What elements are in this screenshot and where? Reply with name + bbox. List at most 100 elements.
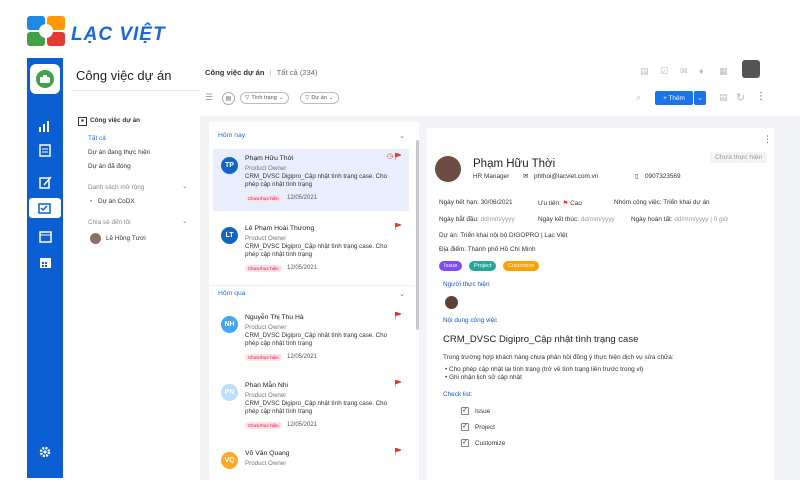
- avatar: TP: [221, 157, 238, 174]
- tag-project[interactable]: Project: [469, 261, 497, 271]
- avatar: NH: [221, 316, 238, 333]
- clock-icon: ◷: [386, 153, 393, 160]
- group-today[interactable]: Hôm nay ⌄: [209, 132, 413, 140]
- due-date: 30/06/2021: [480, 199, 513, 206]
- chevron-down-icon: ⌄: [328, 95, 334, 101]
- chevron-down-icon: ⌄: [278, 95, 284, 101]
- chat-icon[interactable]: ✉: [680, 66, 688, 77]
- list-item[interactable]: TP Phạm Hữu Thời Product Owner CRM_DVSC …: [213, 149, 409, 211]
- sidebar-item-all[interactable]: Tất cả: [88, 135, 106, 142]
- document-icon[interactable]: ▤: [640, 66, 649, 77]
- apps-icon[interactable]: ▦: [719, 66, 728, 77]
- list-scrollbar[interactable]: [416, 140, 419, 330]
- calendar-check-icon[interactable]: [33, 226, 57, 246]
- task-bullet: Ghi nhận lịch sử cập nhật: [449, 374, 522, 381]
- phone-icon: ▯: [635, 173, 639, 180]
- flag-icon[interactable]: [395, 380, 401, 387]
- document-icon[interactable]: [33, 140, 57, 160]
- avatar: LT: [221, 227, 238, 244]
- checklist-header: Check list:: [443, 391, 473, 398]
- status-badge[interactable]: Chưa thực hiện: [710, 152, 768, 163]
- checkbox-issue[interactable]: ✓: [461, 407, 469, 415]
- task-bullet: Cho phép cập nhật lại tình trạng (trở về…: [449, 366, 644, 373]
- briefcase-icon: [36, 70, 54, 88]
- home-button[interactable]: [30, 64, 60, 94]
- status-badge: Chưa thực hiện: [245, 265, 282, 272]
- add-button[interactable]: + Thêm: [655, 91, 693, 105]
- more-icon[interactable]: ⋮: [756, 91, 766, 102]
- flag-icon[interactable]: [395, 448, 401, 455]
- task-title: CRM_DVSC Digipro_Cập nhật tình trạng cas…: [443, 334, 639, 345]
- assignee-email[interactable]: phthoi@lacviet.com.vn: [534, 173, 598, 180]
- divider: [209, 285, 413, 286]
- checkbox-customize[interactable]: ✓: [461, 439, 469, 447]
- bell-icon[interactable]: ♦: [699, 66, 704, 76]
- brand-name: LẠC VIỆT: [71, 24, 166, 45]
- filter-status[interactable]: ▽ Tình trạng ⌄: [240, 92, 289, 104]
- chevron-down-icon[interactable]: ⌄: [399, 290, 405, 298]
- list-item[interactable]: VQ Võ Văn Quang Product Owner: [213, 444, 409, 480]
- calendar-filter-icon[interactable]: ▤: [222, 92, 235, 105]
- breadcrumb: Công việc dự án | Tất cả (234): [205, 68, 318, 77]
- chart-icon[interactable]: [33, 116, 57, 136]
- search-icon[interactable]: ⌕: [636, 92, 641, 103]
- tag-customize[interactable]: Customize: [503, 261, 540, 271]
- done-date[interactable]: dd/mm/yyyy | 0 giờ: [674, 216, 728, 223]
- assignee-header: Người thực hiện: [443, 281, 490, 288]
- list-item[interactable]: NH Nguyễn Thị Thu Hà Product Owner CRM_D…: [213, 308, 409, 370]
- shared-list-header[interactable]: Chia sẻ đến tôi: [88, 219, 131, 226]
- sidebar-item-closed[interactable]: Dự án đã đóng: [88, 163, 131, 170]
- end-date[interactable]: dd/mm/yyyy: [581, 216, 615, 223]
- sidebar-item-codx[interactable]: Dự án CoDX: [98, 198, 135, 205]
- app-rail: [27, 58, 63, 478]
- bullet-icon: •: [90, 198, 93, 205]
- assignee-position: HR Manager: [473, 173, 510, 180]
- list-item[interactable]: LT Lê Phạm Hoài Thương Product Owner CRM…: [213, 219, 409, 281]
- tasks-icon[interactable]: [29, 198, 61, 218]
- menu-icon[interactable]: ☰: [205, 92, 213, 103]
- refresh-icon[interactable]: ↻: [736, 91, 745, 104]
- view-toggle-icon[interactable]: ▤: [719, 92, 728, 103]
- sidebar-item-user[interactable]: Lê Hồng Tươi: [106, 235, 146, 242]
- settings-icon[interactable]: [33, 442, 57, 462]
- sidebar-section-title: Công việc dự án: [90, 117, 141, 124]
- avatar: PN: [221, 384, 238, 401]
- flag-icon[interactable]: [395, 312, 401, 319]
- flag-icon: ⚑: [562, 200, 569, 207]
- status-badge: Chưa thực hiện: [245, 354, 282, 361]
- breadcrumb-module[interactable]: Công việc dự án: [205, 68, 265, 77]
- avatar: VQ: [221, 452, 238, 469]
- status-badge: Chưa thực hiện: [245, 195, 282, 202]
- edit-icon[interactable]: [33, 172, 57, 192]
- project-name[interactable]: Triển khai nội bộ DIGOPRO | Lạc Việt: [460, 232, 567, 239]
- checkbox-project[interactable]: ✓: [461, 423, 469, 431]
- task-intro: Trong trường hợp khách hàng chưa phản hồ…: [443, 354, 674, 361]
- module-title: Công việc dự án: [76, 68, 172, 83]
- chevron-down-icon[interactable]: ⌄: [399, 132, 405, 140]
- item-count: Tất cả (234): [276, 68, 318, 77]
- chevron-down-icon[interactable]: ⌄: [182, 217, 188, 225]
- sidebar-item-in-progress[interactable]: Dự án đang thực hiện: [88, 149, 150, 156]
- content-header: Nội dung công việc: [443, 317, 498, 324]
- tasks-section-icon: [78, 117, 88, 127]
- task-group: Triển khai dự án: [663, 199, 710, 206]
- mail-icon: ✉: [523, 173, 529, 180]
- assignee-phone[interactable]: 0907323569: [645, 173, 681, 180]
- calendar-icon[interactable]: [33, 252, 57, 272]
- filter-icon: ▽: [305, 95, 310, 101]
- chevron-down-icon[interactable]: ⌄: [182, 182, 188, 190]
- list-item[interactable]: PN Phan Mẫn Nhi Product Owner CRM_DVSC D…: [213, 376, 409, 438]
- group-yesterday[interactable]: Hôm qua ⌄: [209, 290, 413, 298]
- tag-issue[interactable]: Issue: [439, 261, 463, 271]
- status-badge: Chưa thực hiện: [245, 422, 282, 429]
- start-date[interactable]: dd/mm/yyyy: [481, 216, 515, 223]
- checkbox-icon[interactable]: ☑: [660, 66, 668, 77]
- avatar: [435, 156, 461, 182]
- expand-list-header[interactable]: Danh sách mở rộng: [88, 184, 144, 191]
- more-icon[interactable]: ⋮: [763, 134, 772, 145]
- flag-icon[interactable]: [395, 223, 401, 230]
- flag-icon[interactable]: [395, 153, 401, 160]
- user-avatar[interactable]: [742, 60, 760, 78]
- chevron-down-icon[interactable]: ⌄: [694, 91, 706, 105]
- filter-project[interactable]: ▽ Dự án ⌄: [300, 92, 339, 104]
